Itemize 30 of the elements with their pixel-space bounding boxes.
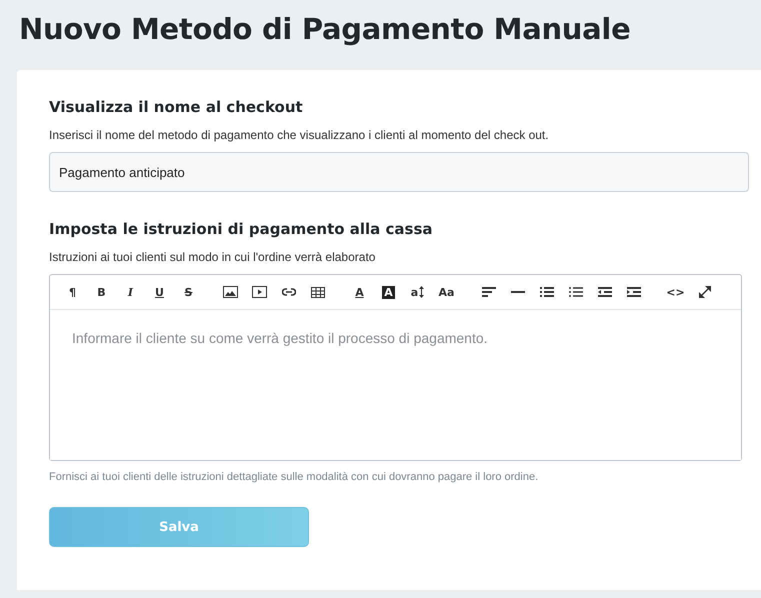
section-description: Inserisci il nome del metodo di pagamento che visualizzano i clienti al momento del check out. [49,128,550,142]
section-heading: Visualizza il nome al checkout [49,98,304,116]
strikethrough-button[interactable]: S [174,280,203,304]
link-icon [282,288,296,296]
font-color-button[interactable]: A [345,280,374,304]
format-button[interactable]: <> [661,280,690,304]
indent-icon [626,287,640,297]
image-icon [223,286,238,298]
align-left-icon [482,287,496,297]
format-button[interactable]: ¶ [58,280,87,304]
page-title: Nuovo Metodo di Pagamento Manuale [19,12,632,46]
format-button[interactable]: Aa [432,280,461,304]
expand-icon [698,286,710,298]
section-description: Istruzioni ai tuoi clienti sul modo in cui l'ordine verrà elaborato [49,250,376,264]
bullet-list-icon [540,287,554,297]
table-icon [310,286,324,298]
horizontal-line-icon [510,291,524,293]
hint-text: Fornisci ai tuoi clienti delle istruzioni dettagliate sulle modalità con cui dovranno pagare il loro ordine. [49,471,540,483]
underline-button[interactable]: U [145,280,174,304]
section-heading: Imposta le istruzioni di pagamento alla cassa [49,220,434,238]
font-size-button[interactable]: a [403,280,432,304]
name-input-field[interactable]: Pagamento anticipato [49,152,749,192]
up-down-arrow-icon [419,286,424,298]
play-icon [252,286,267,298]
italic-button[interactable]: I [116,280,145,304]
outdent-icon [598,287,612,297]
rich-text-editor[interactable]: ¶ B I U S A A a Aa <> Informare il cliente su come verrà gestito il processo di pagamento. [49,274,742,461]
bold-button[interactable]: B [87,280,116,304]
highlight-button[interactable]: A [374,280,403,304]
numbered-list-icon [568,287,582,297]
